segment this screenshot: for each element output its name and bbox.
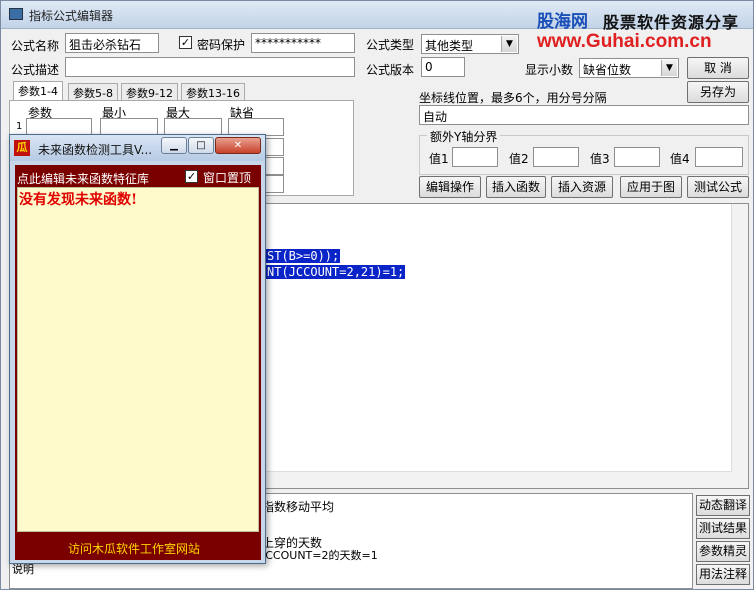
notes-line-1: 指数移动平均 — [262, 500, 335, 514]
decimal-select[interactable]: 缺省位数 ▼ — [579, 58, 679, 78]
checker-title-bar[interactable]: 瓜 未来函数检测工具V... ▁ □ ✕ — [10, 135, 265, 161]
formula-type-value: 其他类型 — [425, 39, 474, 53]
formula-version-label: 公式版本 — [366, 63, 415, 77]
topmost-label: 窗口置顶 — [203, 171, 252, 185]
param3-default-input[interactable] — [264, 157, 284, 175]
maximize-button[interactable]: □ — [188, 137, 214, 154]
dynamic-translate-button[interactable]: 动态翻译 — [696, 495, 750, 516]
editor-vertical-scrollbar[interactable] — [731, 204, 748, 488]
chevron-down-icon: ▼ — [501, 36, 517, 52]
app-icon — [9, 8, 23, 20]
usage-notes-button[interactable]: 用法注释 — [696, 564, 750, 585]
apply-to-chart-button[interactable]: 应用于图 — [620, 176, 682, 198]
value4-input[interactable] — [695, 147, 743, 167]
insert-resource-button[interactable]: 插入资源 — [551, 176, 613, 198]
y-axis-group-title: 额外Y轴分界 — [427, 128, 501, 145]
visit-website-link[interactable]: 访问木瓜软件工作室网站 — [68, 540, 200, 557]
password-input[interactable]: *********** — [251, 33, 355, 53]
formula-editor-window: 指标公式编辑器 股海网 股票软件资源分享 www.Guhai.com.cn 公式… — [0, 0, 754, 590]
insert-function-button[interactable]: 插入函数 — [486, 176, 546, 198]
value3-label: 值3 — [590, 152, 610, 166]
password-checkbox[interactable]: ✓ — [179, 36, 192, 49]
value2-label: 值2 — [509, 152, 529, 166]
checker-result-area: 没有发现未来函数! — [17, 187, 259, 532]
window-title: 指标公式编辑器 — [29, 9, 114, 23]
password-label: 密码保护 — [197, 38, 246, 52]
edit-feature-library-link[interactable]: 点此编辑未来函数特征库 — [17, 170, 149, 187]
coord-lines-label: 坐标线位置，最多6个，用分号分隔 — [419, 91, 607, 105]
cancel-button[interactable]: 取 消 — [687, 57, 749, 79]
minimize-button[interactable]: ▁ — [161, 137, 187, 154]
param-wizard-button[interactable]: 参数精灵 — [696, 541, 750, 562]
param4-default-input[interactable] — [264, 175, 284, 193]
close-button[interactable]: ✕ — [215, 137, 261, 154]
tab-params-13-16[interactable]: 参数13-16 — [181, 83, 245, 101]
formula-desc-input[interactable] — [65, 57, 355, 77]
value4-label: 值4 — [670, 152, 690, 166]
formula-name-input[interactable]: 狙击必杀钻石 — [65, 33, 159, 53]
checker-result-text: 没有发现未来函数! — [19, 192, 138, 208]
tab-params-9-12[interactable]: 参数9-12 — [121, 83, 178, 101]
edit-operation-button[interactable]: 编辑操作 — [419, 176, 481, 198]
brand-logo-text: 股海网 — [537, 12, 588, 32]
formula-desc-label: 公式描述 — [11, 63, 60, 77]
value2-input[interactable] — [533, 147, 579, 167]
future-function-checker-window: 瓜 未来函数检测工具V... ▁ □ ✕ 点此编辑未来函数特征库 ✓ 窗口置顶 … — [9, 134, 266, 564]
value3-input[interactable] — [614, 147, 660, 167]
code-line-selected-2: NT(JCCOUNT=2,21)=1; — [266, 265, 406, 279]
code-line-selected-1: ST(B>=0)); — [266, 249, 341, 263]
tab-params-5-8[interactable]: 参数5-8 — [68, 83, 118, 101]
notes-line-3: JCCOUNT=2的天数=1 — [262, 549, 378, 562]
formula-name-label: 公式名称 — [11, 39, 60, 53]
decimal-label: 显示小数 — [525, 63, 574, 77]
formula-type-select[interactable]: 其他类型 ▼ — [421, 34, 519, 54]
param-row-number: 1 — [16, 121, 23, 132]
param2-default-input[interactable] — [264, 138, 284, 156]
brand-url: www.Guhai.com.cn — [537, 31, 712, 52]
brand-slogan: 股票软件资源分享 — [603, 13, 740, 32]
tab-params-1-4[interactable]: 参数1-4 — [13, 81, 63, 101]
decimal-value: 缺省位数 — [583, 63, 632, 77]
coord-lines-input[interactable]: 自动 — [419, 105, 749, 125]
test-result-button[interactable]: 测试结果 — [696, 518, 750, 539]
formula-version-input[interactable]: 0 — [421, 57, 465, 77]
melon-logo-icon: 瓜 — [14, 140, 30, 156]
formula-type-label: 公式类型 — [366, 38, 415, 52]
checker-body: 点此编辑未来函数特征库 ✓ 窗口置顶 没有发现未来函数! 访问木瓜软件工作室网站 — [15, 165, 261, 560]
test-formula-button[interactable]: 测试公式 — [687, 176, 749, 198]
checker-title: 未来函数检测工具V... — [38, 143, 153, 157]
save-as-button[interactable]: 另存为 — [687, 81, 749, 103]
chevron-down-icon: ▼ — [661, 60, 677, 76]
topmost-checkbox[interactable]: ✓ — [185, 170, 198, 183]
value1-label: 值1 — [429, 152, 449, 166]
value1-input[interactable] — [452, 147, 498, 167]
